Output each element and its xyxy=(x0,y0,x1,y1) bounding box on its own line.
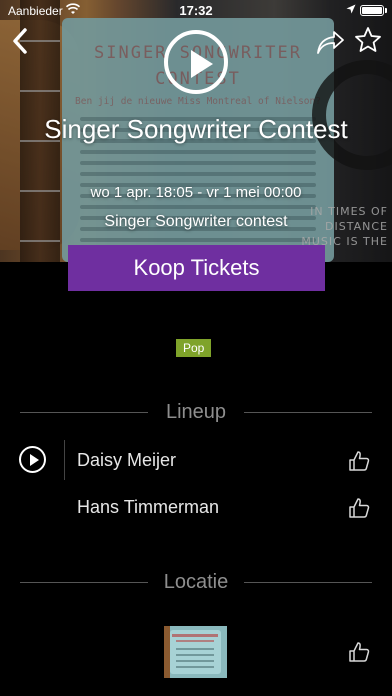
event-subtitle: Singer Songwriter contest xyxy=(104,213,288,230)
thumb-title-line xyxy=(172,634,218,637)
thumb-subtitle-line xyxy=(176,640,214,642)
thumbs-up-icon[interactable] xyxy=(348,450,370,472)
battery-icon xyxy=(360,5,384,16)
thumb-text-line xyxy=(176,654,214,656)
event-date-range: wo 1 apr. 18:05 - vr 1 mei 00:00 xyxy=(90,184,302,201)
divider-line xyxy=(244,412,372,413)
artist-row[interactable]: Daisy Meijer xyxy=(0,440,392,484)
artist-name[interactable]: Hans Timmerman xyxy=(77,497,219,518)
thumbs-up-icon[interactable] xyxy=(348,497,370,519)
thumb-text-line xyxy=(176,660,214,662)
location-thumbnail[interactable] xyxy=(164,626,227,678)
battery-tip xyxy=(385,8,387,13)
location-header: Locatie xyxy=(20,570,372,594)
clock: 17:32 xyxy=(179,3,213,18)
thumb-text-line xyxy=(176,648,214,650)
buy-tickets-button[interactable]: Koop Tickets xyxy=(68,245,325,291)
lineup-header: Lineup xyxy=(20,400,372,424)
status-bar: Aanbieder 17:32 xyxy=(0,0,392,22)
play-video-button[interactable] xyxy=(164,30,228,94)
genre-tag[interactable]: Pop xyxy=(176,339,212,357)
divider-line xyxy=(244,582,372,583)
chevron-left-icon[interactable] xyxy=(6,26,36,56)
thumbs-up-icon[interactable] xyxy=(348,641,370,663)
artist-name[interactable]: Daisy Meijer xyxy=(77,450,176,471)
artist-row[interactable]: Hans Timmerman xyxy=(0,487,392,531)
location-arrow-icon xyxy=(346,4,356,14)
event-title: Singer Songwriter Contest xyxy=(44,114,348,144)
thumb-text-line xyxy=(176,666,214,668)
star-icon[interactable] xyxy=(354,26,382,54)
share-icon[interactable] xyxy=(316,28,346,56)
